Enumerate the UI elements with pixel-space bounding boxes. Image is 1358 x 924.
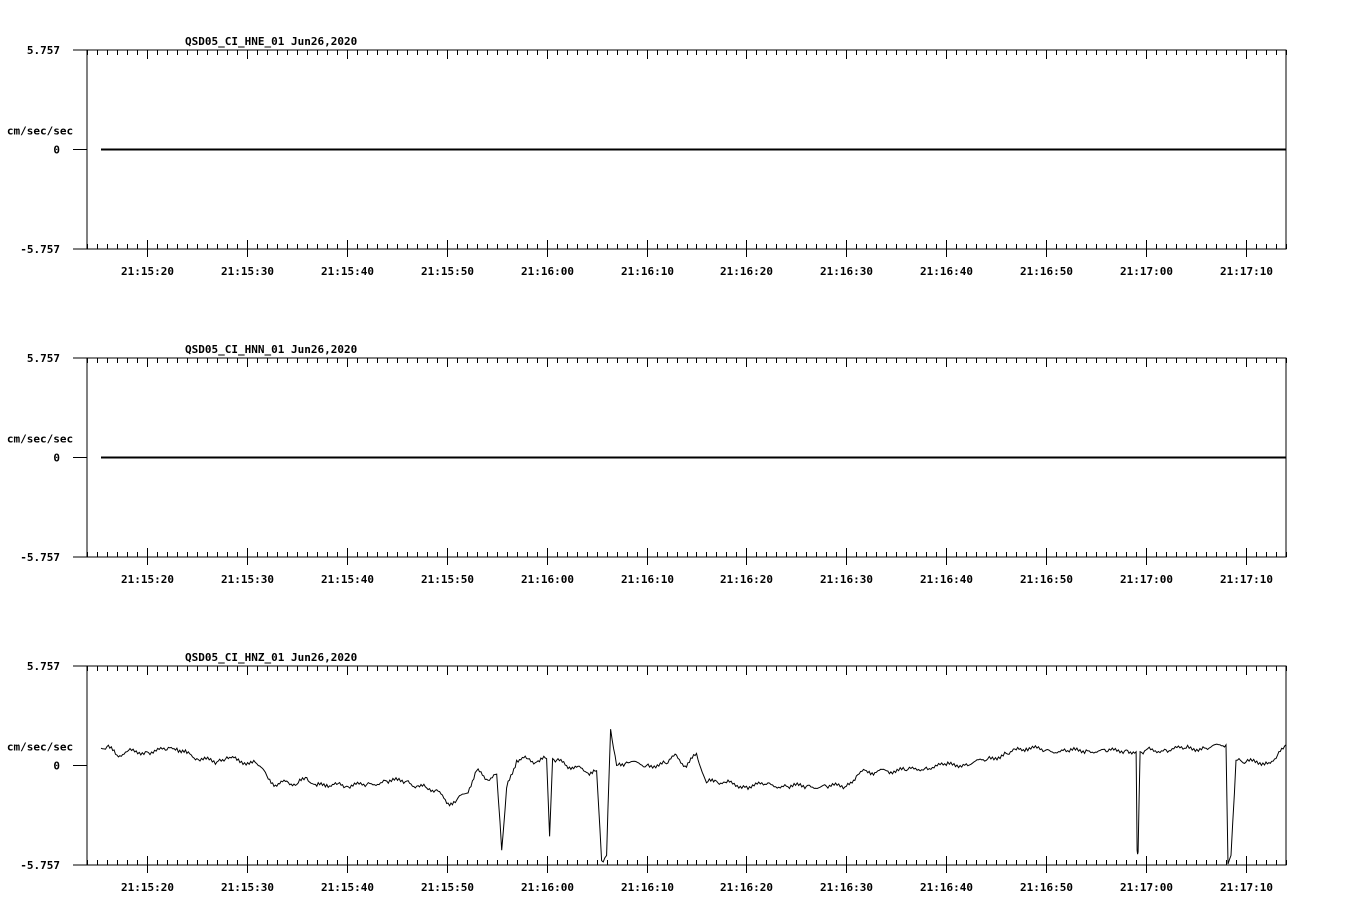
x-tick-label: 21:15:50 bbox=[421, 573, 474, 586]
y-axis-label: cm/sec/sec bbox=[7, 741, 73, 754]
x-tick-label: 21:16:00 bbox=[521, 881, 574, 894]
seismogram-figure: QSD05_CI_HNE_01 Jun26,2020 5.757 0 -5.757 cm… bbox=[7, 35, 1287, 894]
x-tick-label: 21:15:20 bbox=[121, 573, 174, 586]
y-tick-label-zero: 0 bbox=[53, 144, 60, 157]
y-tick-label-zero: 0 bbox=[53, 452, 60, 465]
x-tick-label: 21:16:20 bbox=[720, 573, 773, 586]
panel-hne: QSD05_CI_HNE_01 Jun26,2020 5.757 0 -5.757 cm… bbox=[7, 35, 1287, 278]
x-tick-label: 21:15:30 bbox=[221, 265, 274, 278]
x-tick-label: 21:16:50 bbox=[1020, 881, 1073, 894]
y-tick-label-max: 5.757 bbox=[27, 44, 60, 57]
x-tick-label: 21:16:50 bbox=[1020, 573, 1073, 586]
x-tick-label: 21:16:50 bbox=[1020, 265, 1073, 278]
y-axis-label: cm/sec/sec bbox=[7, 433, 73, 446]
panel-hnz: QSD05_CI_HNZ_01 Jun26,2020 5.757 0 -5.757 cm… bbox=[7, 651, 1287, 894]
x-tick-label: 21:17:00 bbox=[1120, 265, 1173, 278]
x-tick-label: 21:16:10 bbox=[621, 573, 674, 586]
x-tick-label: 21:17:00 bbox=[1120, 881, 1173, 894]
x-tick-label: 21:15:50 bbox=[421, 881, 474, 894]
y-tick-label-zero: 0 bbox=[53, 760, 60, 773]
x-tick-label: 21:16:40 bbox=[920, 573, 973, 586]
panel-title: QSD05_CI_HNE_01 Jun26,2020 bbox=[185, 35, 357, 48]
y-tick-label-min: -5.757 bbox=[20, 859, 60, 872]
x-tick-label: 21:17:10 bbox=[1220, 573, 1273, 586]
x-tick-label: 21:15:40 bbox=[321, 881, 374, 894]
trace-line bbox=[100, 729, 1287, 865]
x-tick-label: 21:17:00 bbox=[1120, 573, 1173, 586]
x-tick-label: 21:16:20 bbox=[720, 881, 773, 894]
plot-frame bbox=[86, 665, 1287, 866]
x-tick-label: 21:16:40 bbox=[920, 265, 973, 278]
y-axis-label: cm/sec/sec bbox=[7, 125, 73, 138]
x-tick-label: 21:16:30 bbox=[820, 573, 873, 586]
y-tick-label-max: 5.757 bbox=[27, 352, 60, 365]
x-tick-label: 21:16:10 bbox=[621, 881, 674, 894]
y-tick-label-min: -5.757 bbox=[20, 551, 60, 564]
x-tick-label: 21:15:30 bbox=[221, 573, 274, 586]
x-tick-label: 21:16:00 bbox=[521, 573, 574, 586]
x-tick-label: 21:16:20 bbox=[720, 265, 773, 278]
x-tick-label: 21:17:10 bbox=[1220, 881, 1273, 894]
x-tick-label: 21:15:40 bbox=[321, 573, 374, 586]
y-tick-label-max: 5.757 bbox=[27, 660, 60, 673]
x-tick-label: 21:16:40 bbox=[920, 881, 973, 894]
x-tick-label: 21:15:20 bbox=[121, 881, 174, 894]
x-tick-label: 21:16:30 bbox=[820, 881, 873, 894]
x-tick-label: 21:16:30 bbox=[820, 265, 873, 278]
x-tick-label: 21:15:50 bbox=[421, 265, 474, 278]
x-tick-label: 21:15:20 bbox=[121, 265, 174, 278]
x-tick-label: 21:15:40 bbox=[321, 265, 374, 278]
panel-title: QSD05_CI_HNZ_01 Jun26,2020 bbox=[185, 651, 357, 664]
panel-hnn: QSD05_CI_HNN_01 Jun26,2020 5.757 0 -5.757 cm… bbox=[7, 343, 1287, 586]
x-tick-label: 21:15:30 bbox=[221, 881, 274, 894]
x-tick-label: 21:16:00 bbox=[521, 265, 574, 278]
x-tick-label: 21:17:10 bbox=[1220, 265, 1273, 278]
y-tick-label-min: -5.757 bbox=[20, 243, 60, 256]
panel-title: QSD05_CI_HNN_01 Jun26,2020 bbox=[185, 343, 357, 356]
x-tick-label: 21:16:10 bbox=[621, 265, 674, 278]
